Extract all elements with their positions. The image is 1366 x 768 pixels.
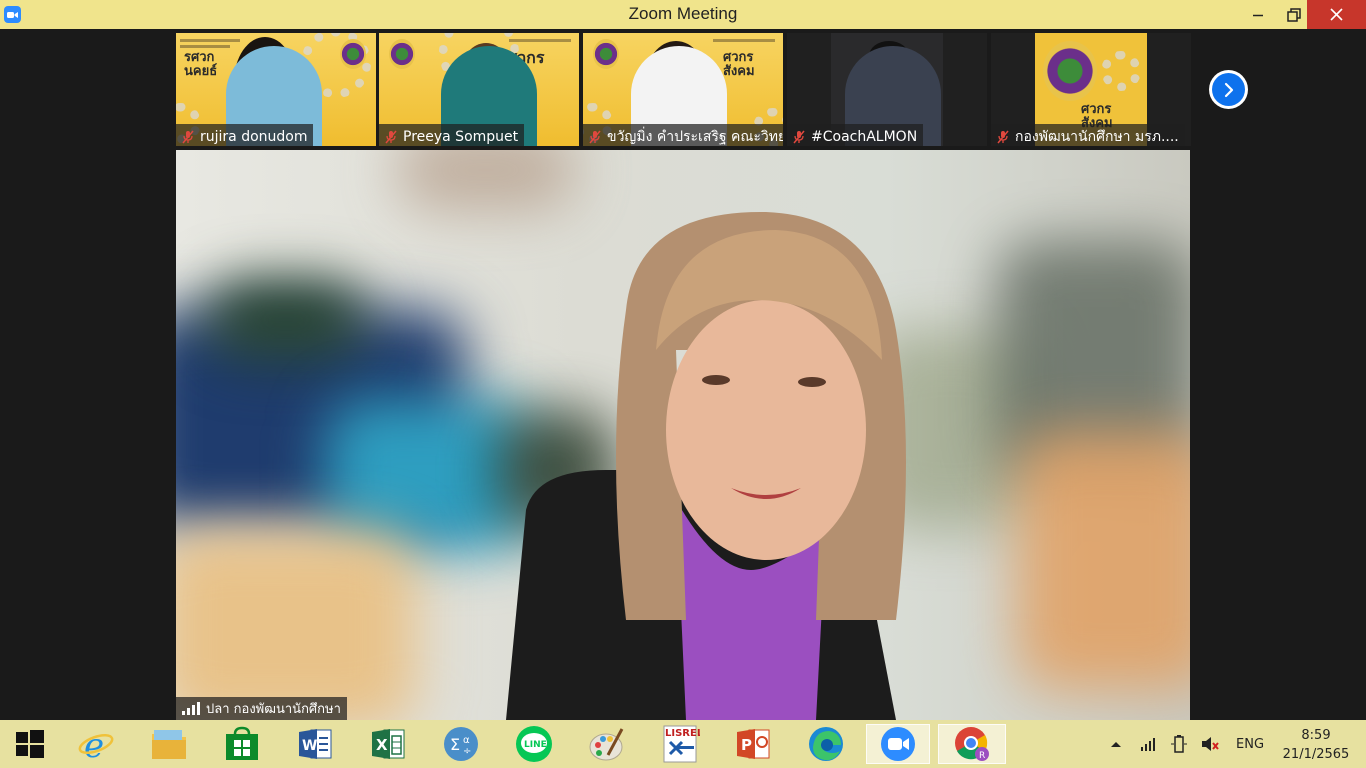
signal-strength-icon: [182, 702, 200, 715]
participant-tile[interactable]: #CoachALMON: [787, 33, 987, 146]
svg-text:X: X: [376, 736, 388, 754]
show-hidden-icons-button[interactable]: [1110, 720, 1122, 768]
participant-tile[interactable]: ศวกร สังคม กองพัฒนานักศึกษา มรภ....: [991, 33, 1191, 146]
chevron-right-icon: [1224, 82, 1233, 97]
participant-label: rujira donudom: [176, 124, 314, 146]
participant-name: Preeya Sompuet: [403, 128, 519, 145]
language-label: ENG: [1236, 736, 1265, 752]
powerpoint-icon[interactable]: P: [729, 724, 777, 764]
participant-label: Preeya Sompuet: [379, 124, 525, 146]
zoom-taskbar-icon[interactable]: [866, 724, 930, 764]
university-seal-icon: [1043, 41, 1097, 101]
mic-muted-icon: [385, 130, 397, 144]
participant-name: rujira donudom: [200, 128, 308, 145]
excel-icon[interactable]: X: [364, 724, 412, 764]
network-icon[interactable]: [1140, 720, 1156, 768]
svg-text:e: e: [84, 726, 104, 762]
participant-name: #CoachALMON: [811, 128, 918, 145]
university-seal-icon: [389, 39, 415, 69]
mic-muted-icon: [793, 130, 805, 144]
active-speaker-label: ปลา กองพัฒนานักศึกษา: [176, 697, 347, 720]
svg-text:P: P: [741, 736, 752, 754]
close-button[interactable]: [1307, 0, 1366, 29]
participant-label: ขวัญมิ่ง คำประเสริฐ คณะวิทยา...: [583, 124, 783, 146]
poster-text: ศวกร สังคม: [723, 50, 755, 79]
svg-text:LISREL: LISREL: [665, 728, 700, 739]
svg-text:W: W: [302, 738, 317, 754]
university-seal-icon: [593, 39, 619, 69]
active-speaker-name: ปลา กองพัฒนานักศึกษา: [206, 702, 341, 717]
mic-muted-icon: [182, 130, 194, 144]
participant-name: ขวัญมิ่ง คำประเสริฐ คณะวิทยา...: [607, 128, 783, 145]
participant-tile[interactable]: รศวก นคยธ์ rujira donudom: [176, 33, 376, 146]
mic-muted-icon: [589, 130, 601, 144]
participant-label: #CoachALMON: [787, 124, 924, 146]
store-icon[interactable]: [218, 724, 266, 764]
university-seal-icon: [340, 39, 366, 69]
active-speaker-video: [176, 150, 1190, 720]
chevron-up-icon: [1111, 742, 1121, 747]
participant-name: กองพัฒนานักศึกษา มรภ....: [1015, 128, 1179, 145]
taskbar: e W X Σα ÷ LINE LISREL P R ENG 8:59 21/1…: [0, 720, 1366, 768]
poster-text: รศวก นคยธ์: [184, 50, 218, 79]
lisrel-icon[interactable]: LISREL: [656, 724, 704, 764]
svg-text:R: R: [979, 751, 985, 761]
svg-text:α: α: [463, 735, 470, 746]
svg-text:Σ: Σ: [450, 735, 460, 754]
language-indicator[interactable]: ENG: [1236, 720, 1264, 768]
start-button[interactable]: [6, 724, 54, 764]
clock-time: 8:59: [1301, 728, 1331, 743]
participant-tile[interactable]: ศวกร Preeya Sompuet: [379, 33, 579, 146]
volume-muted-icon[interactable]: [1200, 720, 1220, 768]
word-icon[interactable]: W: [291, 724, 339, 764]
paint-icon[interactable]: [583, 724, 631, 764]
windows-logo-icon: [16, 730, 44, 758]
next-page-button[interactable]: [1209, 70, 1248, 109]
math-input-icon[interactable]: Σα ÷: [437, 724, 485, 764]
chrome-taskbar-icon[interactable]: R: [938, 724, 1006, 764]
svg-text:÷: ÷: [463, 746, 471, 757]
participant-tile[interactable]: ศวกร สังคม ขวัญมิ่ง คำประเสริฐ คณะวิทยา.…: [583, 33, 783, 146]
clock-date: 21/1/2565: [1282, 747, 1350, 762]
title-bar: Zoom Meeting: [0, 0, 1366, 29]
edge-icon[interactable]: [802, 724, 850, 764]
battery-icon[interactable]: [1170, 720, 1188, 768]
mic-muted-icon: [997, 130, 1009, 144]
line-app-icon[interactable]: LINE: [510, 724, 558, 764]
svg-text:LINE: LINE: [524, 740, 547, 750]
internet-explorer-icon[interactable]: e: [72, 724, 120, 764]
clock[interactable]: 8:59 21/1/2565: [1276, 726, 1356, 764]
participant-label: กองพัฒนานักศึกษา มรภ....: [991, 124, 1185, 146]
window-title: Zoom Meeting: [628, 4, 738, 23]
file-explorer-icon[interactable]: [145, 724, 193, 764]
speaker-figure: [506, 211, 906, 720]
